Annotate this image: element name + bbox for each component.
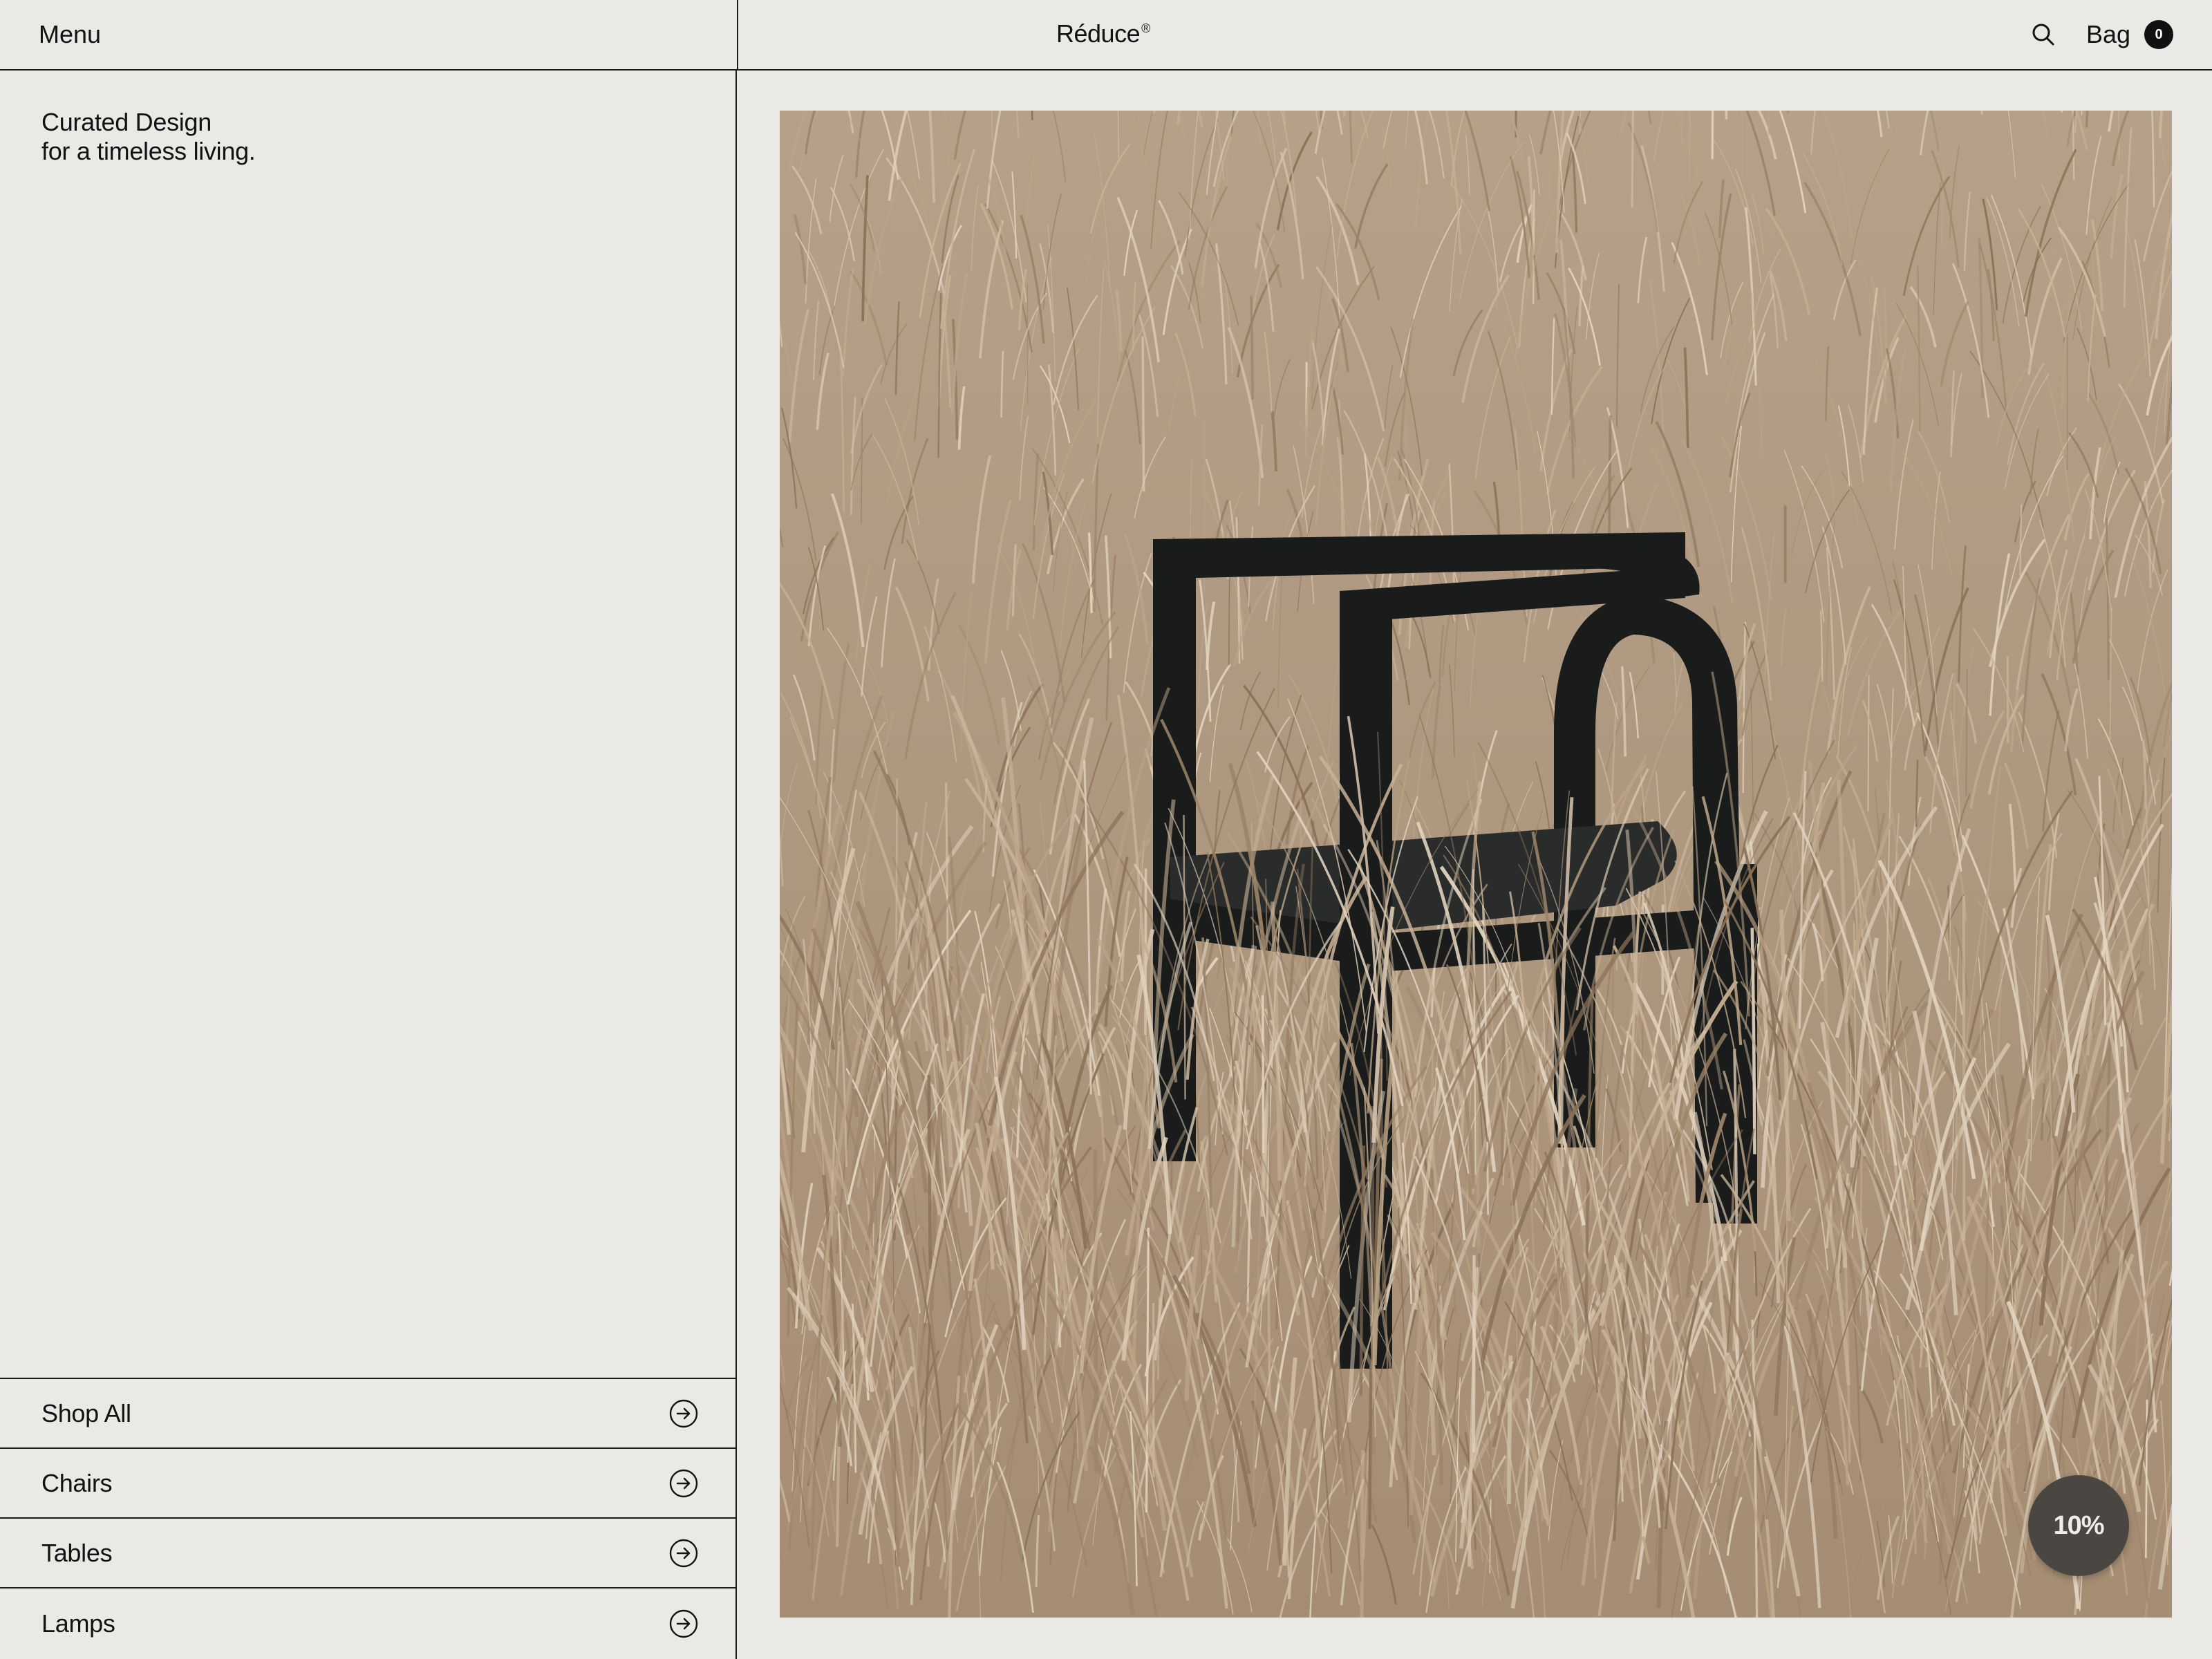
header-divider (737, 0, 738, 71)
left-panel: Curated Design for a timeless living. Sh… (0, 71, 737, 1659)
category-tables[interactable]: Tables (0, 1519, 737, 1588)
category-shop-all[interactable]: Shop All (0, 1379, 737, 1449)
grass-blade (1786, 984, 1788, 1329)
menu-button[interactable]: Menu (39, 19, 101, 50)
category-list: Shop All Chairs Tables Lamps (0, 1378, 737, 1659)
grass-blade (1711, 111, 1714, 160)
grass-blade (1368, 1366, 1373, 1529)
grass-blade (1867, 675, 1870, 812)
category-lamps[interactable]: Lamps (0, 1588, 737, 1659)
category-label: Tables (41, 1538, 113, 1567)
grass-blade (1141, 336, 1145, 491)
bag-count-badge: 0 (2144, 20, 2174, 49)
registered-mark: ® (1141, 21, 1150, 35)
grass-blade (1262, 995, 1265, 1154)
bag-button[interactable]: Bag 0 (2086, 19, 2174, 50)
page: Menu Réduce ® Bag 0 Curated Design for a … (0, 0, 2212, 1659)
arrow-right-circle-icon (669, 1399, 698, 1427)
arrow-right-circle-icon (669, 1469, 698, 1497)
grass-blade (1768, 111, 1771, 135)
tagline: Curated Design for a timeless living. (41, 108, 256, 166)
tagline-line-2: for a timeless living. (41, 137, 256, 165)
arrow-right-circle-icon (669, 1609, 698, 1638)
category-label: Lamps (41, 1609, 115, 1638)
category-label: Chairs (41, 1468, 113, 1497)
bag-label: Bag (2086, 20, 2131, 48)
grass-blade (1093, 1149, 1098, 1473)
discount-badge[interactable]: 10% (2028, 1475, 2129, 1576)
brand-name: Réduce (1056, 19, 1141, 48)
category-label: Shop All (41, 1398, 131, 1427)
hero-image (780, 111, 2172, 1618)
arrow-right-circle-icon (669, 1539, 698, 1567)
chair-in-grass-photo (780, 111, 2172, 1618)
category-chairs[interactable]: Chairs (0, 1449, 737, 1519)
top-bar: Menu Réduce ® Bag 0 (0, 0, 2212, 71)
brand-logo[interactable]: Réduce ® (1056, 18, 1150, 54)
grass-blade (1608, 415, 1612, 550)
grass-blade (1859, 1060, 1864, 1238)
grass-blade (1250, 295, 1254, 400)
search-icon[interactable] (2030, 21, 2057, 48)
tagline-line-1: Curated Design (41, 108, 212, 136)
